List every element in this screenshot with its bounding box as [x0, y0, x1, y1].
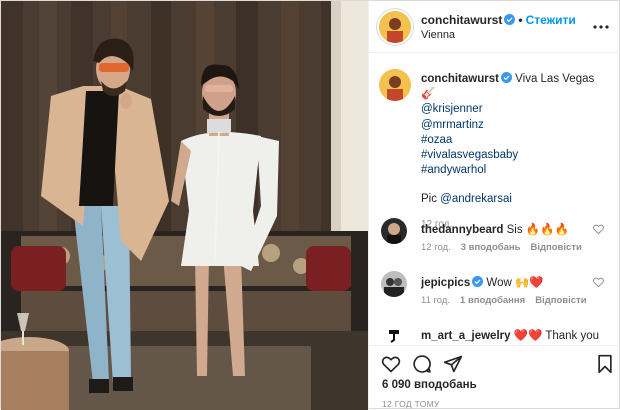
post-timestamp[interactable]: 12 ГОД ТОМУ: [382, 399, 440, 409]
comment-like-heart-icon[interactable]: [593, 277, 604, 288]
caption-hashtag-andywarhol[interactable]: #andywarhol: [421, 163, 611, 178]
share-paper-plane-icon[interactable]: [443, 354, 463, 374]
save-bookmark-icon[interactable]: [595, 354, 615, 374]
comment-likes[interactable]: 3 вподобань: [461, 242, 521, 253]
photo-credit: Pic @andrekarsai: [421, 192, 611, 207]
commenter-username[interactable]: jepicpics: [421, 277, 470, 289]
post-photo[interactable]: [1, 1, 368, 410]
verified-badge-icon: [500, 72, 512, 83]
author-username[interactable]: conchitawurst: [421, 13, 502, 27]
instagram-post: conchitawurst • Стежити Vienna conchitawur…: [0, 0, 620, 410]
comment-bubble-icon[interactable]: [412, 354, 432, 374]
comment-likes[interactable]: 1 вподобання: [460, 295, 525, 306]
comment-like-heart-icon[interactable]: [593, 224, 604, 235]
follow-button[interactable]: Стежити: [526, 13, 576, 27]
commenter-username[interactable]: thedannybeard: [421, 224, 503, 236]
verified-badge-icon: [472, 276, 484, 287]
post-header: conchitawurst • Стежити Vienna: [369, 1, 620, 53]
verified-badge-icon: [504, 14, 516, 25]
author-line: conchitawurst • Стежити: [421, 13, 576, 27]
dot-separator: •: [518, 13, 523, 27]
caption-link-mrmartinz[interactable]: @mrmartinz: [421, 118, 611, 133]
caption-author-avatar[interactable]: [379, 69, 411, 101]
author-avatar[interactable]: [379, 11, 411, 43]
comment-meta: 11 год. 1 вподобання Відповісти: [421, 295, 597, 306]
comment-item: m_art_a_jewelry ❤️❤️ Thank you: [369, 324, 620, 345]
comment-item: jepicpics Wow 🙌❤️ 11 год. 1 вподобання Від…: [369, 271, 620, 321]
caption-hashtag-vivalasvegasbaby[interactable]: #vivalasvegasbaby: [421, 148, 611, 163]
more-options-icon[interactable]: [592, 19, 610, 35]
caption-link-krisjenner[interactable]: @krisjenner: [421, 102, 611, 117]
commenter-avatar[interactable]: [381, 271, 407, 297]
comments-section: conchitawurst Viva Las Vegas 🎸 @krisjenn…: [369, 54, 620, 345]
photo-credit-prefix: Pic: [421, 193, 441, 206]
commenter-username[interactable]: m_art_a_jewelry: [421, 330, 511, 342]
likes-count[interactable]: 6 090 вподобань: [382, 379, 477, 391]
commenter-avatar[interactable]: [381, 218, 407, 244]
comment-time[interactable]: 12 год.: [421, 242, 451, 253]
comment-item: thedannybeard Sis 🔥🔥🔥 12 год. 3 вподобань…: [369, 218, 620, 268]
reply-button[interactable]: Відповісти: [530, 242, 581, 253]
like-heart-icon[interactable]: [381, 354, 401, 374]
comment-meta: 12 год. 3 вподобань Відповісти: [421, 242, 592, 253]
comment-time[interactable]: 11 год.: [421, 295, 450, 306]
comment-body: ❤️❤️ Thank you: [513, 330, 600, 342]
post-side-panel: conchitawurst • Стежити Vienna conchitawur…: [368, 1, 620, 410]
comment-body: Sis 🔥🔥🔥: [506, 224, 569, 236]
comment-text-line: m_art_a_jewelry ❤️❤️ Thank you: [421, 328, 599, 342]
comment-text-line: jepicpics Wow 🙌❤️: [421, 275, 544, 289]
post-location[interactable]: Vienna: [421, 29, 455, 41]
caption-username[interactable]: conchitawurst: [421, 73, 499, 85]
commenter-avatar[interactable]: [381, 324, 407, 345]
post-actions-bar: [369, 345, 620, 381]
reply-button[interactable]: Відповісти: [535, 295, 586, 306]
photo-credit-link[interactable]: @andrekarsai: [440, 193, 512, 205]
post-caption: conchitawurst Viva Las Vegas 🎸 @krisjenn…: [421, 72, 611, 232]
comment-body: Wow 🙌❤️: [486, 277, 544, 289]
comment-text-line: thedannybeard Sis 🔥🔥🔥: [421, 222, 569, 236]
photo-illustration: [1, 1, 368, 410]
caption-hashtag-ozaa[interactable]: #ozaa: [421, 133, 611, 148]
